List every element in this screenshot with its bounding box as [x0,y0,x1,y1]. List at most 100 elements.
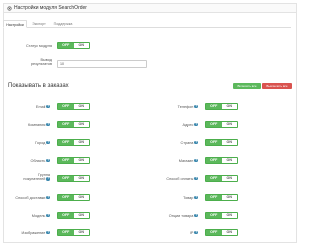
right-field-3-switch[interactable]: OFF ON [205,157,238,164]
left-field-1-switch[interactable]: OFF ON [57,121,90,128]
help-icon[interactable]: ? [194,176,198,181]
help-icon[interactable]: ? [194,230,198,235]
results-label: Вывод результатов [8,58,52,66]
tab-support[interactable]: Поддержка [52,20,74,28]
left-field-6-label-text: Модель [31,213,46,218]
right-field-2-switch[interactable]: OFF ON [205,139,238,146]
switch-on: ON [73,43,89,48]
section-title: Показывать в заказах [8,83,69,89]
right-field-2-label-text: Страна [180,140,194,145]
left-field-6-switch[interactable]: OFF ON [57,212,90,219]
switch-off: OFF [58,122,74,127]
switch-off: OFF [58,176,74,181]
help-icon[interactable]: ? [46,104,50,109]
left-field-0-label-text: Email [35,104,46,109]
deselect-all-button[interactable]: Выключить все [262,83,292,89]
switch-off: OFF [206,158,222,163]
left-field-3-label: Область? [4,158,50,164]
switch-on: ON [73,230,89,235]
right-field-0-switch[interactable]: OFF ON [205,103,238,110]
switch-off: OFF [206,230,222,235]
switch-on: ON [221,176,237,181]
left-field-0-label: Email? [4,104,50,110]
left-field-4-label-line2: покупателей [23,177,46,182]
switch-on: ON [221,195,237,200]
switch-off: OFF [206,104,222,109]
switch-on: ON [73,195,89,200]
switch-off: OFF [206,122,222,127]
switch-off: OFF [206,176,222,181]
right-field-6-label-text: Опции товара [168,213,194,218]
switch-on: ON [73,104,89,109]
right-field-1-switch[interactable]: OFF ON [205,121,238,128]
switch-off: OFF [58,104,74,109]
switch-on: ON [221,122,237,127]
switch-off: OFF [58,195,74,200]
right-field-0-label-text: Телефон [177,104,194,109]
switch-on: ON [221,230,237,235]
left-field-7-label: Изображение? [4,230,50,236]
help-icon[interactable]: ? [46,140,50,145]
help-icon[interactable]: ? [194,104,198,109]
right-field-4-switch[interactable]: OFF ON [205,175,238,182]
switch-on: ON [73,176,89,181]
help-icon[interactable]: ? [46,177,50,181]
switch-off: OFF [206,195,222,200]
switch-off: OFF [58,213,74,218]
right-field-1-label: Адрес? [150,122,198,128]
switch-off: OFF [58,43,74,48]
left-field-4-label: Группа покупателей? [4,173,50,181]
help-icon[interactable]: ? [46,213,50,218]
help-icon[interactable]: ? [46,230,50,235]
help-icon[interactable]: ? [194,140,198,145]
right-field-3-label: Магазин? [150,158,198,164]
status-switch[interactable]: OFF ON [57,42,90,49]
switch-on: ON [221,213,237,218]
right-field-5-label: Товар? [150,195,198,201]
switch-on: ON [73,122,89,127]
left-field-2-switch[interactable]: OFF ON [57,139,90,146]
left-field-2-label-text: Город [35,140,46,145]
right-field-6-switch[interactable]: OFF ON [205,212,238,219]
left-field-1-label-text: Компания [28,122,46,127]
help-icon[interactable]: ? [194,158,198,163]
right-field-5-switch[interactable]: OFF ON [205,194,238,201]
left-field-7-switch[interactable]: OFF ON [57,229,90,236]
right-field-7-label-text: IP [189,230,194,235]
left-field-4-switch[interactable]: OFF ON [57,175,90,182]
tab-settings[interactable]: Настройки [3,20,27,28]
left-field-0-switch[interactable]: OFF ON [57,103,90,110]
right-field-0-label: Телефон? [150,104,198,110]
switch-on: ON [221,140,237,145]
left-field-3-label-text: Область [30,158,46,163]
switch-off: OFF [58,140,74,145]
switch-off: OFF [58,158,74,163]
help-icon[interactable]: ? [46,195,50,200]
gear-icon [7,6,12,11]
left-field-2-label: Город? [4,140,50,146]
left-field-5-label: Способ доставки? [4,195,50,201]
select-all-button[interactable]: Включить все [233,83,261,89]
right-field-7-switch[interactable]: OFF ON [205,229,238,236]
page-title: Настройки модуля SearchOrder [14,5,87,11]
left-field-5-switch[interactable]: OFF ON [57,194,90,201]
left-field-3-switch[interactable]: OFF ON [57,157,90,164]
panel-heading: Настройки модуля SearchOrder [4,4,296,13]
tab-export[interactable]: Экспорт [30,20,48,28]
switch-on: ON [73,213,89,218]
right-field-5-label-text: Товар [183,195,194,200]
switch-off: OFF [206,213,222,218]
switch-off: OFF [206,140,222,145]
status-label: Статус модуля [26,43,52,48]
switch-on: ON [221,158,237,163]
switch-on: ON [221,104,237,109]
results-input[interactable]: 10 [57,60,147,68]
left-field-6-label: Модель? [4,213,50,219]
help-icon[interactable]: ? [46,122,50,127]
help-icon[interactable]: ? [194,122,198,127]
help-icon[interactable]: ? [194,213,198,218]
right-field-7-label: IP? [150,230,198,236]
help-icon[interactable]: ? [194,195,198,200]
help-icon[interactable]: ? [46,158,50,163]
left-field-1-label: Компания? [4,122,50,128]
